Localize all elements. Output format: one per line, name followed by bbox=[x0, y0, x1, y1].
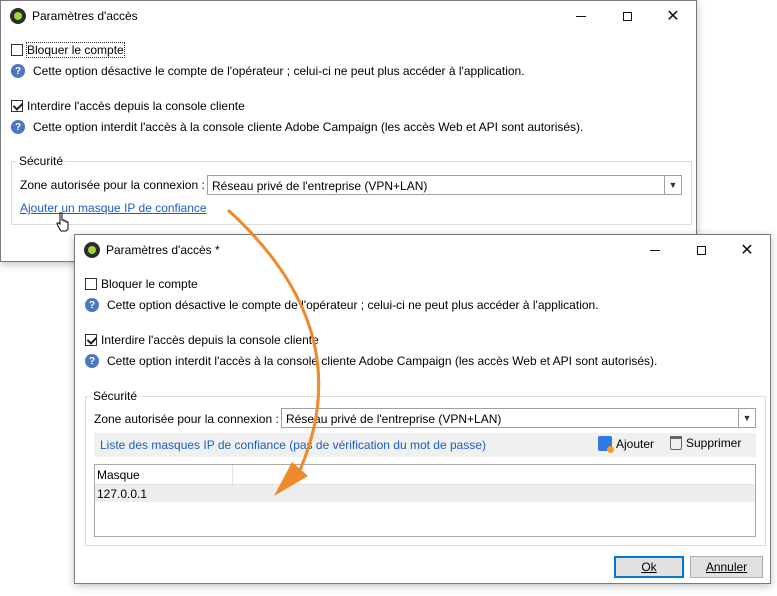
security-group-label: Sécurité bbox=[17, 154, 66, 168]
zone-label-text: Zone autorisée pour la connexion : bbox=[94, 412, 279, 426]
forbid-console-help: ? Cette option interdit l'accès à la con… bbox=[85, 354, 657, 368]
maximize-icon bbox=[622, 11, 632, 21]
zone-select-value: Réseau privé de l'entreprise (VPN+LAN) bbox=[286, 412, 502, 426]
block-account-help-text: Cette option désactive le compte de l'op… bbox=[107, 298, 599, 312]
help-icon: ? bbox=[11, 64, 25, 78]
ok-button-label: Ok bbox=[641, 560, 657, 574]
security-group-label: Sécurité bbox=[91, 389, 140, 403]
app-logo-icon bbox=[10, 8, 26, 24]
minimize-button[interactable] bbox=[632, 235, 678, 265]
forbid-console-help-text: Cette option interdit l'accès à la conso… bbox=[33, 120, 584, 134]
table-row[interactable]: 127.0.0.1 bbox=[95, 485, 755, 502]
trash-icon bbox=[670, 436, 682, 450]
zone-select[interactable]: Réseau privé de l'entreprise (VPN+LAN) ▼ bbox=[281, 408, 756, 428]
delete-button[interactable]: Supprimer bbox=[670, 436, 741, 450]
table-header: Masque bbox=[95, 465, 755, 485]
window-title: Paramètres d'accès * bbox=[106, 243, 220, 257]
maximize-icon bbox=[696, 245, 706, 255]
help-icon: ? bbox=[85, 298, 99, 312]
access-settings-window-back: Paramètres d'accès ✕ Bloquer le compte ?… bbox=[0, 0, 697, 262]
maximize-button[interactable] bbox=[604, 1, 650, 31]
block-account-help: ? Cette option désactive le compte de l'… bbox=[85, 298, 599, 312]
add-button[interactable]: Ajouter bbox=[598, 436, 654, 453]
title-bar[interactable]: Paramètres d'accès ✕ bbox=[1, 1, 696, 31]
forbid-console-help: ? Cette option interdit l'accès à la con… bbox=[11, 120, 583, 134]
block-account-help-text: Cette option désactive le compte de l'op… bbox=[33, 64, 525, 78]
zone-label: Zone autorisée pour la connexion : bbox=[20, 178, 205, 192]
trusted-ip-list-title: Liste des masques IP de confiance (pas d… bbox=[100, 438, 486, 452]
add-icon bbox=[598, 436, 614, 453]
app-logo-icon bbox=[84, 242, 100, 258]
close-button[interactable]: ✕ bbox=[724, 235, 770, 265]
cancel-button-label: Annuler bbox=[705, 560, 748, 574]
block-account-label[interactable]: Bloquer le compte bbox=[26, 42, 125, 58]
forbid-console-option[interactable]: Interdire l'accès depuis la console clie… bbox=[85, 333, 319, 347]
delete-button-label[interactable]: Supprimer bbox=[686, 436, 741, 450]
add-mask-link-row[interactable]: Ajouter un masque IP de confiance bbox=[20, 201, 207, 215]
block-account-label[interactable]: Bloquer le compte bbox=[101, 277, 198, 291]
minimize-icon bbox=[576, 15, 586, 17]
zone-label: Zone autorisée pour la connexion : bbox=[94, 412, 279, 426]
block-account-option[interactable]: Bloquer le compte bbox=[11, 42, 125, 58]
mask-column-header[interactable]: Masque bbox=[95, 465, 233, 484]
minimize-icon bbox=[650, 249, 660, 251]
close-icon: ✕ bbox=[740, 242, 754, 259]
add-button-label[interactable]: Ajouter bbox=[616, 437, 654, 451]
zone-select-value: Réseau privé de l'entreprise (VPN+LAN) bbox=[212, 179, 428, 193]
help-icon: ? bbox=[11, 120, 25, 134]
close-icon: ✕ bbox=[666, 8, 680, 25]
block-account-help: ? Cette option désactive le compte de l'… bbox=[11, 64, 525, 78]
forbid-console-label[interactable]: Interdire l'accès depuis la console clie… bbox=[27, 99, 245, 113]
trusted-ip-table[interactable]: Masque 127.0.0.1 bbox=[94, 464, 756, 537]
forbid-console-help-text: Cette option interdit l'accès à la conso… bbox=[107, 354, 658, 368]
mask-cell: 127.0.0.1 bbox=[97, 487, 148, 501]
zone-select[interactable]: Réseau privé de l'entreprise (VPN+LAN) ▼ bbox=[207, 175, 682, 195]
cancel-button[interactable]: Annuler bbox=[690, 556, 763, 578]
ok-button[interactable]: Ok bbox=[614, 556, 684, 578]
zone-label-text: Zone autorisée pour la connexion : bbox=[20, 178, 205, 192]
chevron-down-icon[interactable]: ▼ bbox=[738, 409, 755, 427]
block-account-checkbox[interactable] bbox=[85, 278, 97, 290]
help-icon: ? bbox=[85, 354, 99, 368]
add-trusted-ip-mask-link[interactable]: Ajouter un masque IP de confiance bbox=[20, 201, 207, 215]
block-account-checkbox[interactable] bbox=[11, 44, 23, 56]
title-bar[interactable]: Paramètres d'accès * ✕ bbox=[75, 235, 770, 265]
forbid-console-label[interactable]: Interdire l'accès depuis la console clie… bbox=[101, 333, 319, 347]
maximize-button[interactable] bbox=[678, 235, 724, 265]
window-title: Paramètres d'accès bbox=[32, 9, 138, 23]
close-button[interactable]: ✕ bbox=[650, 1, 696, 31]
trusted-ip-list-toolbar: Liste des masques IP de confiance (pas d… bbox=[94, 433, 756, 457]
minimize-button[interactable] bbox=[558, 1, 604, 31]
chevron-down-icon[interactable]: ▼ bbox=[664, 176, 681, 194]
forbid-console-option[interactable]: Interdire l'accès depuis la console clie… bbox=[11, 99, 245, 113]
forbid-console-checkbox[interactable] bbox=[11, 100, 23, 112]
hand-cursor-icon bbox=[56, 212, 69, 232]
access-settings-window-front: Paramètres d'accès * ✕ Bloquer le compte… bbox=[74, 234, 771, 584]
block-account-option[interactable]: Bloquer le compte bbox=[85, 277, 198, 291]
forbid-console-checkbox[interactable] bbox=[85, 334, 97, 346]
